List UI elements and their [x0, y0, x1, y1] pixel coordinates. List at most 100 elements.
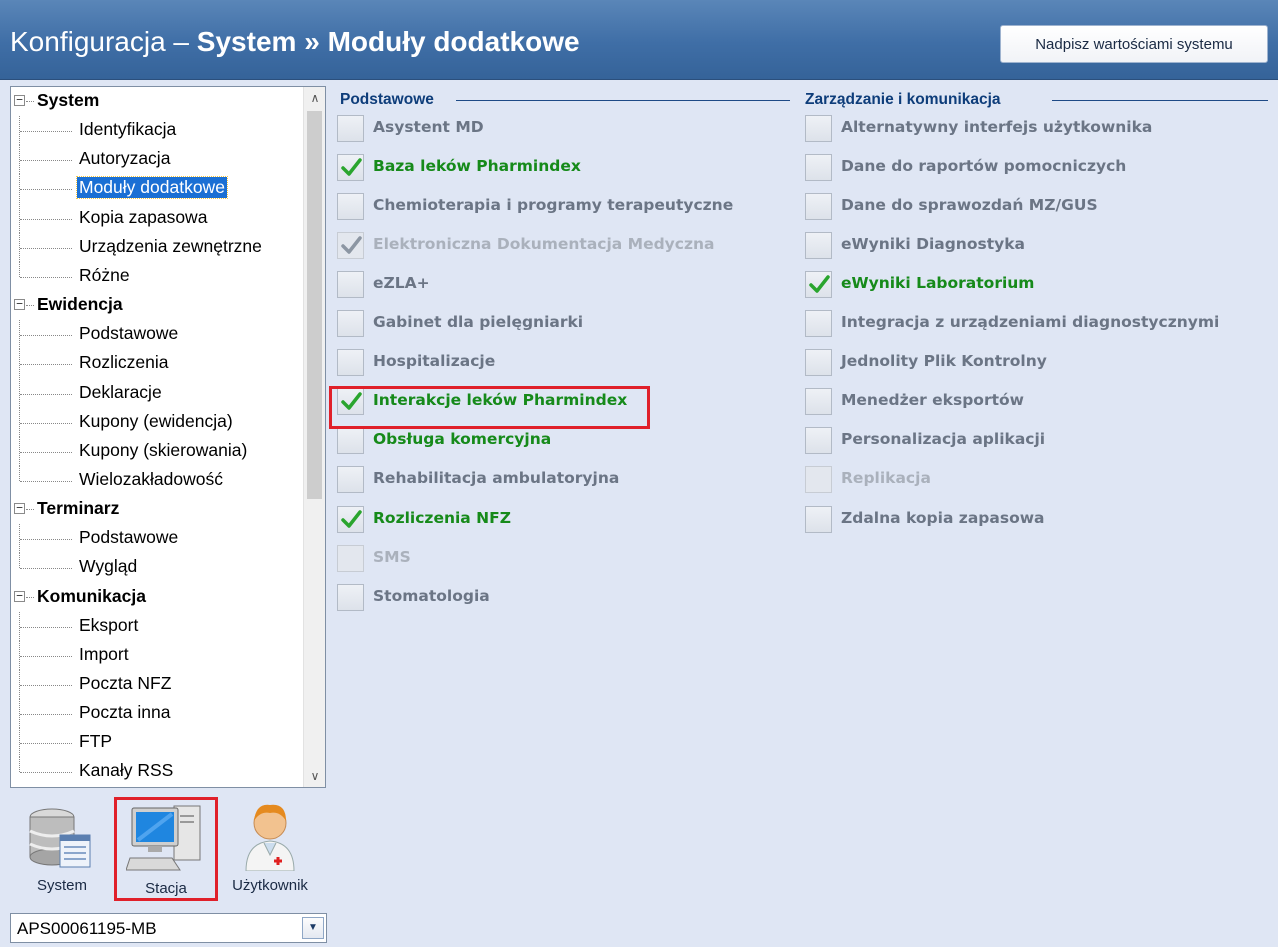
checkbox-box[interactable]	[337, 271, 364, 299]
checkbox-box[interactable]	[337, 466, 364, 494]
tree-scrollbar[interactable]: ∧ ∨	[303, 87, 325, 787]
module-label: Gabinet dla pielęgniarki	[373, 313, 584, 332]
module-checkbox[interactable]: Gabinet dla pielęgniarki	[337, 309, 777, 338]
module-checkbox[interactable]: Menedżer eksportów	[805, 387, 1245, 416]
module-label: eZLA+	[373, 274, 430, 293]
module-checkbox[interactable]: Chemioterapia i programy terapeutyczne	[337, 192, 777, 221]
tree-item-label: Kopia zapasowa	[79, 206, 208, 227]
module-checkbox[interactable]: SMS	[337, 544, 777, 572]
scroll-up-icon[interactable]: ∧	[304, 87, 325, 109]
module-label: SMS	[373, 547, 411, 566]
checkbox-box[interactable]	[337, 310, 364, 338]
module-checkbox[interactable]: Obsługa komercyjna	[337, 426, 777, 455]
module-checkbox[interactable]: eWyniki Diagnostyka	[805, 231, 1245, 260]
module-label: Personalizacja aplikacji	[841, 430, 1046, 449]
checkbox-box[interactable]	[805, 310, 832, 338]
module-checkbox[interactable]: Personalizacja aplikacji	[805, 426, 1245, 455]
checkbox-box[interactable]	[805, 505, 832, 533]
module-label: Rozliczenia NFZ	[373, 508, 511, 527]
module-label: Replikacja	[841, 469, 931, 488]
module-checkbox[interactable]: Stomatologia	[337, 583, 777, 611]
module-label: Chemioterapia i programy terapeutyczne	[373, 196, 734, 215]
checkbox-box[interactable]	[805, 349, 832, 377]
tree-item-label: Identyfikacja	[79, 119, 177, 140]
checkbox-box[interactable]	[337, 388, 364, 416]
module-label: Dane do sprawozdań MZ/GUS	[841, 196, 1098, 215]
checkbox-box[interactable]	[805, 232, 832, 260]
checkbox-box[interactable]	[805, 466, 832, 494]
checkbox-box[interactable]	[337, 505, 364, 533]
module-label: Alternatywny interfejs użytkownika	[841, 118, 1153, 136]
tree-item-label: Poczta inna	[79, 702, 171, 723]
checkbox-box[interactable]	[805, 193, 832, 221]
module-label: Stomatologia	[373, 586, 490, 605]
tile-station[interactable]: Stacja	[114, 797, 218, 901]
settings-tree[interactable]: − System Identyfikacja Autoryzacja Moduły do…	[10, 86, 326, 788]
checkbox-box[interactable]	[805, 271, 832, 299]
user-doctor-icon	[245, 804, 295, 871]
checkbox-box[interactable]	[337, 232, 364, 260]
checkbox-box[interactable]	[337, 349, 364, 377]
module-checkbox[interactable]: Integracja z urządzeniami diagnostycznym…	[805, 309, 1245, 338]
scroll-down-icon[interactable]: ∨	[304, 765, 325, 787]
checkbox-box[interactable]	[337, 544, 364, 572]
module-label: Dane do raportów pomocniczych	[841, 157, 1127, 176]
station-select[interactable]: APS00061195-MB ▼	[10, 913, 327, 943]
checkbox-box[interactable]	[337, 154, 364, 182]
group-divider-management	[1052, 100, 1268, 101]
module-label: Menedżer eksportów	[841, 391, 1024, 410]
module-checkbox[interactable]: eZLA+	[337, 270, 777, 299]
collapse-icon[interactable]: −	[14, 590, 25, 602]
module-checkbox[interactable]: Dane do sprawozdań MZ/GUS	[805, 192, 1245, 221]
tree-item-label: Podstawowe	[79, 527, 179, 548]
module-checkbox[interactable]: Dane do raportów pomocniczych	[805, 153, 1245, 182]
tree-item-label: Poczta NFZ	[79, 673, 172, 693]
module-checkbox[interactable]: Hospitalizacje	[337, 348, 777, 377]
module-checkbox[interactable]: Interakcje leków Pharmindex	[337, 387, 777, 416]
collapse-icon[interactable]: −	[14, 298, 25, 311]
tile-label-system: System	[36, 877, 87, 894]
module-checkbox[interactable]: Rozliczenia NFZ	[337, 505, 777, 533]
module-label: Jednolity Plik Kontrolny	[841, 352, 1047, 371]
module-checkbox[interactable]: Alternatywny interfejs użytkownika	[805, 114, 1245, 142]
tree-item-label: Podstawowe	[79, 323, 179, 344]
check-icon	[341, 509, 362, 528]
tile-system[interactable]: System	[10, 797, 114, 901]
checkbox-box[interactable]	[805, 388, 832, 416]
checkbox-box[interactable]	[805, 427, 832, 455]
collapse-icon[interactable]: −	[14, 502, 25, 515]
tile-user[interactable]: Użytkownik	[218, 797, 322, 901]
collapse-icon[interactable]: −	[14, 94, 25, 106]
group-title-management: Zarządzanie i komunikacja	[805, 91, 1001, 108]
checkbox-box[interactable]	[805, 115, 832, 142]
workstation-icon	[126, 805, 201, 871]
tree-item-label: Kupony (skierowania)	[79, 439, 248, 460]
module-checkbox[interactable]: Replikacja	[805, 465, 1245, 494]
tile-label-user: Użytkownik	[232, 877, 308, 894]
module-label: Asystent MD	[373, 118, 484, 136]
module-label: Zdalna kopia zapasowa	[841, 508, 1045, 527]
checkbox-box[interactable]	[805, 154, 832, 182]
module-checkbox[interactable]: Elektroniczna Dokumentacja Medyczna	[337, 231, 777, 260]
scroll-thumb[interactable]	[307, 111, 322, 499]
module-checkbox[interactable]: Rehabilitacja ambulatoryjna	[337, 465, 777, 494]
module-checkbox[interactable]: Zdalna kopia zapasowa	[805, 505, 1245, 533]
tree-item-label: Urządzenia zewnętrzne	[79, 235, 262, 256]
module-label: Hospitalizacje	[373, 352, 496, 371]
module-checkbox[interactable]: Asystent MD	[337, 114, 777, 142]
dropdown-arrow-icon[interactable]: ▼	[302, 917, 324, 939]
module-label: Elektroniczna Dokumentacja Medyczna	[373, 235, 715, 254]
tree-item-label: Wielozakładowość	[79, 468, 223, 489]
checkbox-box[interactable]	[337, 583, 364, 611]
tile-label-station: Stacja	[145, 880, 187, 897]
checkbox-box[interactable]	[337, 115, 364, 142]
module-checkbox[interactable]: Baza leków Pharmindex	[337, 153, 777, 182]
tree-item-label: Wygląd	[79, 556, 138, 577]
override-system-values-button[interactable]: Nadpisz wartościami systemu	[1000, 25, 1268, 63]
checkbox-box[interactable]	[337, 193, 364, 221]
module-checkbox[interactable]: Jednolity Plik Kontrolny	[805, 348, 1245, 377]
module-checkbox[interactable]: eWyniki Laboratorium	[805, 270, 1245, 299]
module-label: Rehabilitacja ambulatoryjna	[373, 469, 620, 488]
tree-item-label: Autoryzacja	[79, 148, 171, 169]
checkbox-box[interactable]	[337, 427, 364, 455]
